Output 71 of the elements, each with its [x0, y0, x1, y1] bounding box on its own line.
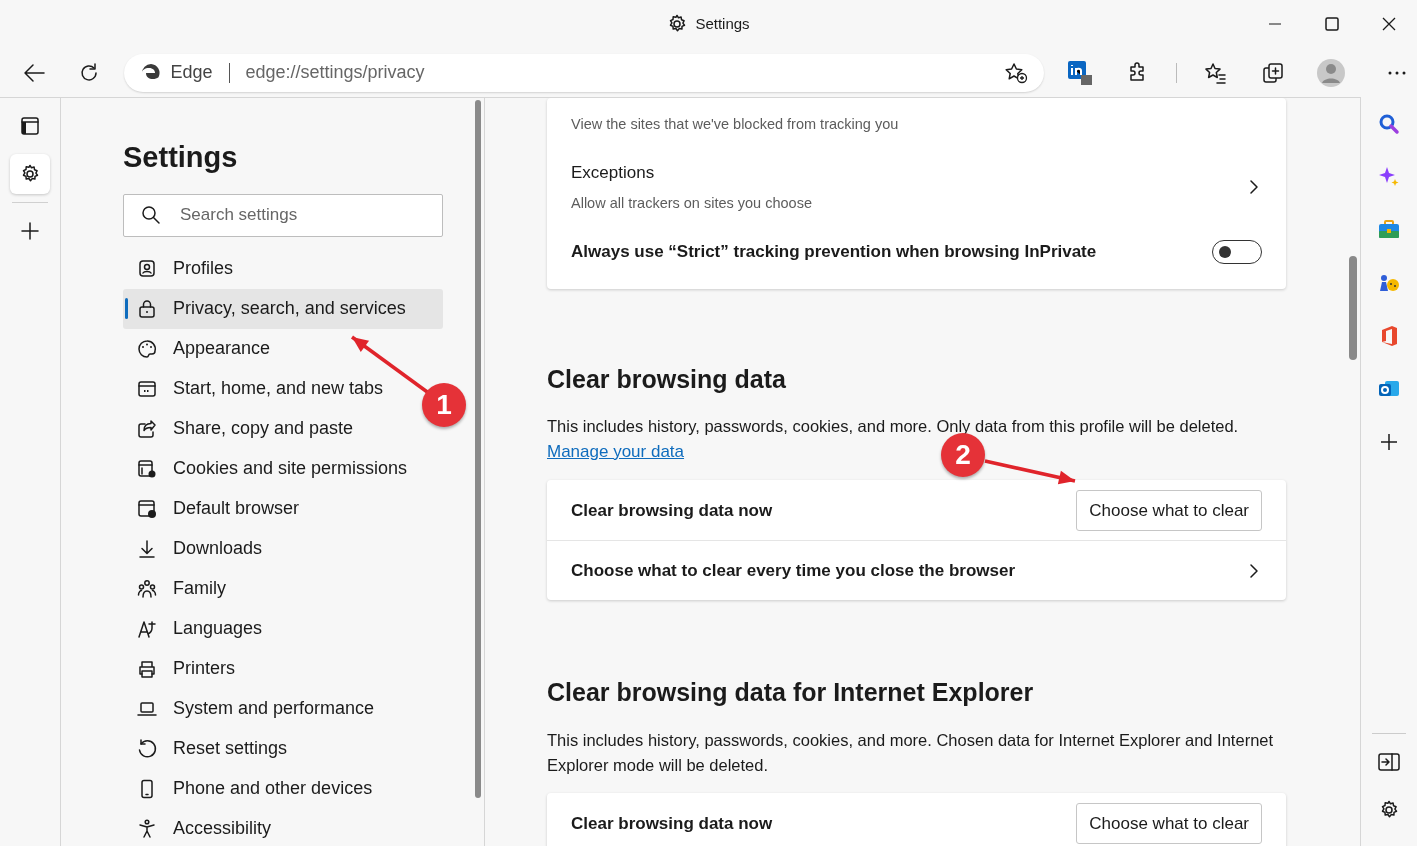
- sparkle-icon: [1378, 165, 1400, 188]
- nav-item[interactable]: Privacy, search, and services: [123, 288, 443, 329]
- nav-item[interactable]: Cookies and site permissions: [123, 448, 416, 489]
- star-list-icon: [1204, 61, 1226, 84]
- address-text: edge://settings/privacy: [245, 61, 425, 84]
- collections-icon: [1262, 61, 1284, 84]
- profile-icon: [137, 258, 157, 279]
- browser-name: Edge: [170, 61, 213, 84]
- linkedin-icon: [1067, 59, 1093, 86]
- search-icon: [1378, 112, 1400, 135]
- setting-title: Exceptions: [571, 161, 656, 184]
- setting-description: View the sites that we've blocked from tracking you: [571, 115, 900, 134]
- family-icon: [137, 578, 157, 599]
- language-icon: [137, 618, 157, 639]
- nav-item[interactable]: Profiles: [123, 248, 242, 289]
- nav-item[interactable]: Family: [123, 568, 234, 609]
- window-title: Settings: [695, 13, 750, 34]
- lock-icon: [137, 298, 157, 319]
- manage-data-link[interactable]: Manage your data: [547, 441, 685, 461]
- avatar-icon: [1316, 57, 1346, 88]
- nav-item[interactable]: Printers: [123, 648, 243, 689]
- settings-icon: [667, 14, 688, 34]
- nav-item[interactable]: Start, home, and new tabs: [123, 368, 392, 409]
- toggle-switch[interactable]: [1212, 239, 1262, 264]
- settings-title: Settings: [123, 140, 239, 175]
- palette-icon: [137, 338, 157, 359]
- step-number: 2: [941, 433, 985, 477]
- choose-what-to-clear-button[interactable]: Choose what to clear: [1076, 489, 1262, 531]
- sidebar-layout-icon: [20, 116, 40, 136]
- section-description: This includes history, passwords, cookies, and more. Chosen data for Internet Explorer and Internet Explorer mode will be deleted.: [547, 729, 1275, 776]
- scrollbar-thumb[interactable]: [1349, 256, 1357, 360]
- setting-title: Choose what to clear every time you close the browser: [571, 560, 1016, 582]
- printer-icon: [137, 658, 157, 679]
- choose-what-to-clear-button[interactable]: Choose what to clear: [1076, 802, 1262, 844]
- favorite-add-icon[interactable]: [1004, 61, 1028, 84]
- nav-item[interactable]: Share, copy and paste: [123, 408, 362, 449]
- setting-title: Clear browsing data now: [571, 812, 773, 835]
- reset-icon: [137, 738, 157, 759]
- nav-item[interactable]: Downloads: [123, 528, 271, 569]
- more-icon: [1388, 70, 1406, 75]
- cookie-settings-icon: [137, 458, 157, 479]
- close-icon: [1381, 17, 1396, 31]
- nav-item[interactable]: Languages: [123, 608, 271, 649]
- plus-icon: [20, 221, 40, 241]
- toolbox-icon: [1378, 218, 1400, 241]
- share-icon: [137, 418, 157, 439]
- address-bar[interactable]: Edge edge://settings/privacy: [124, 53, 1044, 92]
- nav-item[interactable]: System and performance: [123, 688, 383, 729]
- download-icon: [137, 538, 157, 559]
- nav-item[interactable]: Reset settings: [123, 728, 296, 769]
- search-field[interactable]: Search settings: [123, 193, 443, 237]
- accessibility-icon: [137, 818, 157, 839]
- browser-check-icon: [137, 498, 157, 519]
- settings-icon: [20, 164, 40, 184]
- nav-item[interactable]: Default browser: [123, 488, 308, 529]
- scrollbar-thumb[interactable]: [475, 100, 481, 798]
- window-icon: [137, 378, 157, 399]
- refresh-icon: [78, 62, 99, 83]
- nav-item[interactable]: Phone and other devices: [123, 768, 381, 809]
- nav-item[interactable]: Appearance: [123, 328, 279, 369]
- search-icon: [141, 204, 161, 225]
- setting-title: Clear browsing data now: [571, 499, 773, 522]
- section-heading: Clear browsing data: [547, 363, 787, 395]
- setting-title: Always use “Strict” tracking prevention when browsing InPrivate: [571, 241, 1097, 263]
- nav-item[interactable]: Accessibility: [123, 808, 280, 846]
- maximize-icon: [1324, 17, 1339, 31]
- settings-tab[interactable]: [10, 154, 50, 194]
- setting-description: Allow all trackers on sites you choose: [571, 194, 812, 214]
- section-heading: Clear browsing data for Internet Explorer: [547, 677, 1035, 709]
- back-arrow-icon: [22, 62, 45, 83]
- settings-icon: [1379, 800, 1399, 820]
